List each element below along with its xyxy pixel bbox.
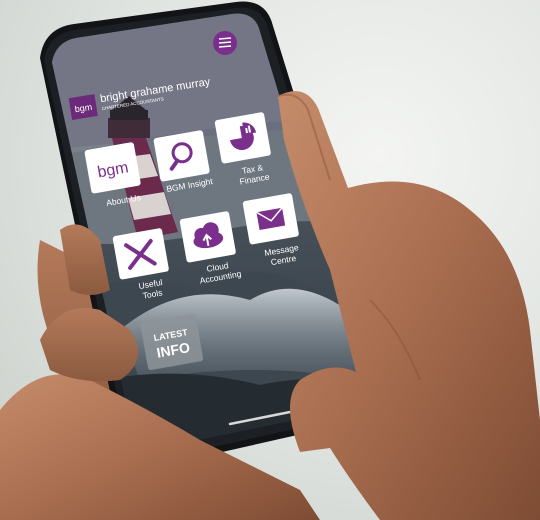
latest-info-tile[interactable]: LATEST INFO (140, 313, 204, 371)
tile-useful-tools[interactable] (112, 228, 169, 280)
tile-about-us[interactable]: bgm (84, 142, 141, 194)
phone-photo: bgm bright grahame murray CHARTERED ACCO… (0, 1, 540, 520)
tile-cloud-accounting[interactable] (179, 211, 236, 263)
photo-scene: bgm bright grahame murray CHARTERED ACCO… (0, 0, 540, 520)
tile-tax-finance[interactable] (214, 112, 271, 164)
tile-message-centre[interactable] (242, 193, 299, 245)
tile-bgm-insight[interactable] (153, 130, 210, 182)
